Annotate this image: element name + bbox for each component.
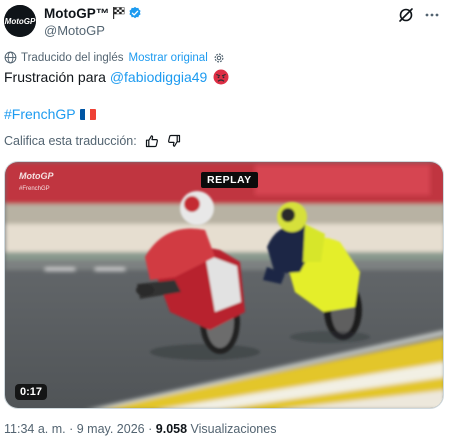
gear-icon[interactable] <box>213 52 225 64</box>
video-duration: 0:17 <box>15 384 48 400</box>
header-actions <box>398 7 440 23</box>
avatar-logo: MotoGP <box>5 17 36 26</box>
tweet-header: MotoGP MotoGP™ @MotoGP <box>4 3 446 39</box>
translation-label: Traducido del inglés <box>21 51 124 64</box>
hashtag-link[interactable]: #FrenchGP <box>4 106 76 122</box>
mention-link[interactable]: @fabiodiggia49 <box>110 69 208 85</box>
meta-separator-2: · <box>148 422 153 436</box>
tweet-date[interactable]: 9 may. 2026 <box>77 422 145 436</box>
meta-separator: · <box>69 422 74 436</box>
thumbs-up-icon[interactable] <box>145 134 159 148</box>
tweet-text: Frustración para @fabiodiggia49 <box>4 68 229 86</box>
translation-notice: Traducido del inglés Mostrar original <box>4 51 225 64</box>
rate-translation-label: Califica esta traducción: <box>4 134 137 148</box>
grok-slash-icon[interactable] <box>398 7 414 23</box>
tweet-time[interactable]: 11:34 a. m. <box>4 422 66 436</box>
video-overlay-logo: MotoGP #FrenchGP <box>19 172 54 194</box>
views-count: 9.058 <box>155 422 188 436</box>
france-flag-icon <box>79 108 96 120</box>
tweet-text-body: Frustración para <box>4 69 110 85</box>
video-overlay-logo-text: MotoGP <box>19 171 54 181</box>
translate-globe-icon <box>4 51 17 64</box>
author-names: MotoGP™ @MotoGP <box>44 5 142 38</box>
display-name[interactable]: MotoGP™ <box>44 6 109 21</box>
thumbs-down-icon[interactable] <box>167 134 181 148</box>
video-player[interactable]: MotoGP #FrenchGP REPLAY 0:17 <box>4 161 444 409</box>
handle[interactable]: @MotoGP <box>44 23 142 38</box>
video-overlay-logo-sub: #FrenchGP <box>19 186 50 192</box>
replay-badge: REPLAY <box>201 172 258 188</box>
verified-badge-icon[interactable] <box>128 6 142 20</box>
views-label: Visualizaciones <box>190 422 277 436</box>
tweet-meta: 11:34 a. m. · 9 may. 2026 · 9.058 Visual… <box>4 422 276 436</box>
more-icon[interactable] <box>424 7 440 23</box>
hashtag-line: #FrenchGP <box>4 106 96 122</box>
show-original-link[interactable]: Mostrar original <box>129 52 208 64</box>
video-frame <box>5 162 443 408</box>
rate-translation: Califica esta traducción: <box>4 134 181 148</box>
avatar[interactable]: MotoGP <box>4 5 36 37</box>
angry-face-emoji-icon <box>213 69 229 85</box>
checkered-flag-icon <box>113 7 125 19</box>
